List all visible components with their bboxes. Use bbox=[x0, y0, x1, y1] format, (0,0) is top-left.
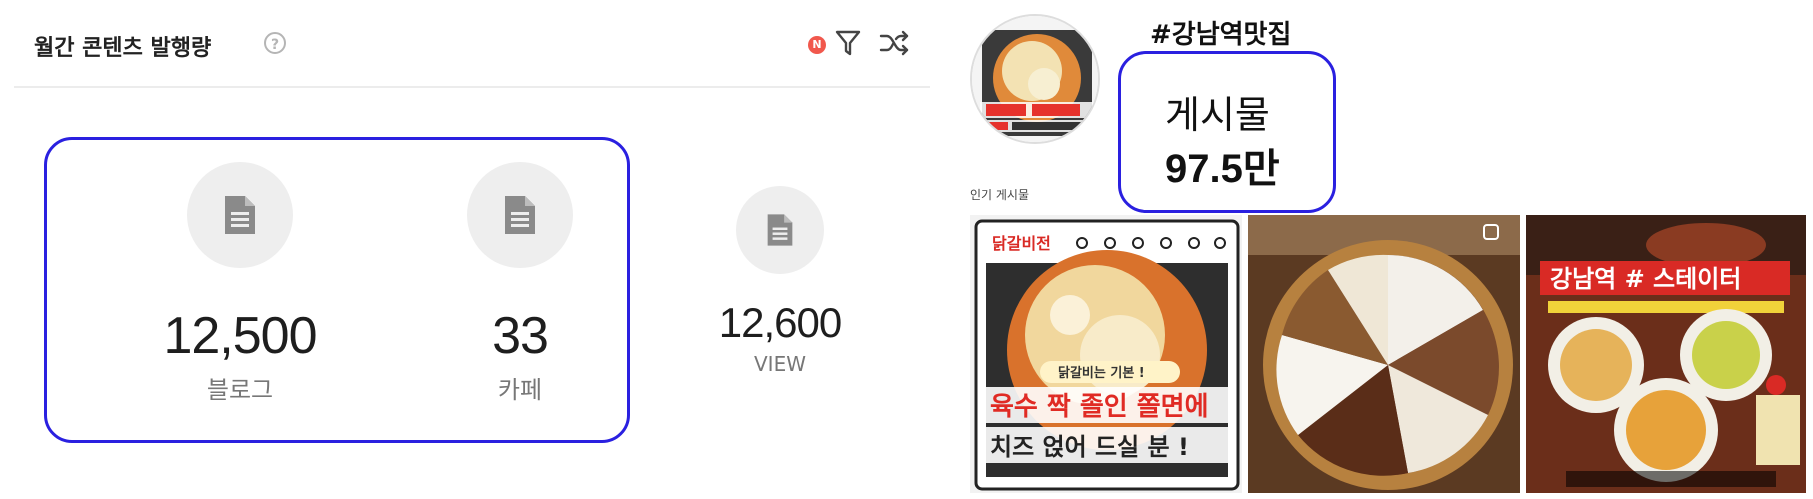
cafe-stat: 33 카페 bbox=[420, 162, 620, 405]
blog-label: 블로그 bbox=[206, 376, 274, 404]
cafe-label: 카페 bbox=[497, 376, 543, 404]
filter-icon[interactable] bbox=[834, 28, 862, 58]
view-stat-circle bbox=[736, 186, 824, 274]
thumb1-headline-1: 육수 짝 졸인 쫄면에 bbox=[990, 392, 1209, 422]
post-label: 게시물 bbox=[1165, 93, 1270, 137]
monthly-content-panel: 월간 콘텐츠 발행량 ? N 12,500 블로그 33 카페 12,600 V… bbox=[0, 0, 940, 499]
document-icon bbox=[225, 196, 255, 234]
hashtag-title: #강남역맛집 bbox=[1150, 20, 1292, 50]
view-count: 12,600 bbox=[718, 299, 842, 346]
thumbnail-image: 닭갈비전 닭갈비는 기본 ! 육수 짝 졸인 쫄면에 치즈 얹어 드실 분 ! bbox=[970, 215, 1242, 493]
thumb1-brand: 닭갈비전 bbox=[992, 234, 1051, 253]
popular-post-thumbnail[interactable]: 닭갈비전 닭갈비는 기본 ! 육수 짝 졸인 쫄면에 치즈 얹어 드실 분 ! bbox=[970, 215, 1242, 493]
popular-post-thumbnail[interactable] bbox=[1248, 215, 1520, 493]
profile-avatar[interactable] bbox=[970, 14, 1100, 144]
blog-stat-circle bbox=[187, 162, 293, 268]
blog-stat: 12,500 블로그 bbox=[140, 162, 340, 405]
cafe-count: 33 bbox=[492, 307, 549, 365]
view-stat: 12,600 VIEW bbox=[700, 186, 860, 376]
blog-count: 12,500 bbox=[163, 307, 317, 365]
document-icon bbox=[505, 196, 535, 234]
thumb1-headline-2: 치즈 얹어 드실 분 ! bbox=[990, 433, 1189, 461]
avatar-food-image bbox=[972, 16, 1098, 142]
post-count-box: 게시물 97.5만 bbox=[1118, 51, 1336, 213]
thumb3-title: 강남역 # 스테이터 bbox=[1550, 265, 1741, 293]
thumb1-tagline: 닭갈비는 기본 ! bbox=[1058, 366, 1145, 381]
new-badge: N bbox=[808, 36, 826, 54]
hashtag-panel: #강남역맛집 게시물 97.5만 인기 게시물 닭갈비전 닭갈비는 기본 ! 육… bbox=[960, 0, 1813, 499]
post-count: 97.5만 bbox=[1165, 147, 1280, 191]
shuffle-icon[interactable] bbox=[878, 28, 910, 58]
panel-title: 월간 콘텐츠 발행량 bbox=[34, 36, 212, 61]
cafe-stat-circle bbox=[467, 162, 573, 268]
popular-posts-label: 인기 게시물 bbox=[970, 188, 1030, 202]
view-label: VIEW bbox=[754, 352, 806, 376]
popular-post-thumbnail[interactable]: 강남역 # 스테이터 bbox=[1526, 215, 1806, 493]
thumbnail-image bbox=[1248, 215, 1520, 493]
help-icon[interactable]: ? bbox=[264, 32, 286, 54]
document-icon bbox=[767, 214, 793, 246]
thumbnail-image: 강남역 # 스테이터 bbox=[1526, 215, 1806, 493]
